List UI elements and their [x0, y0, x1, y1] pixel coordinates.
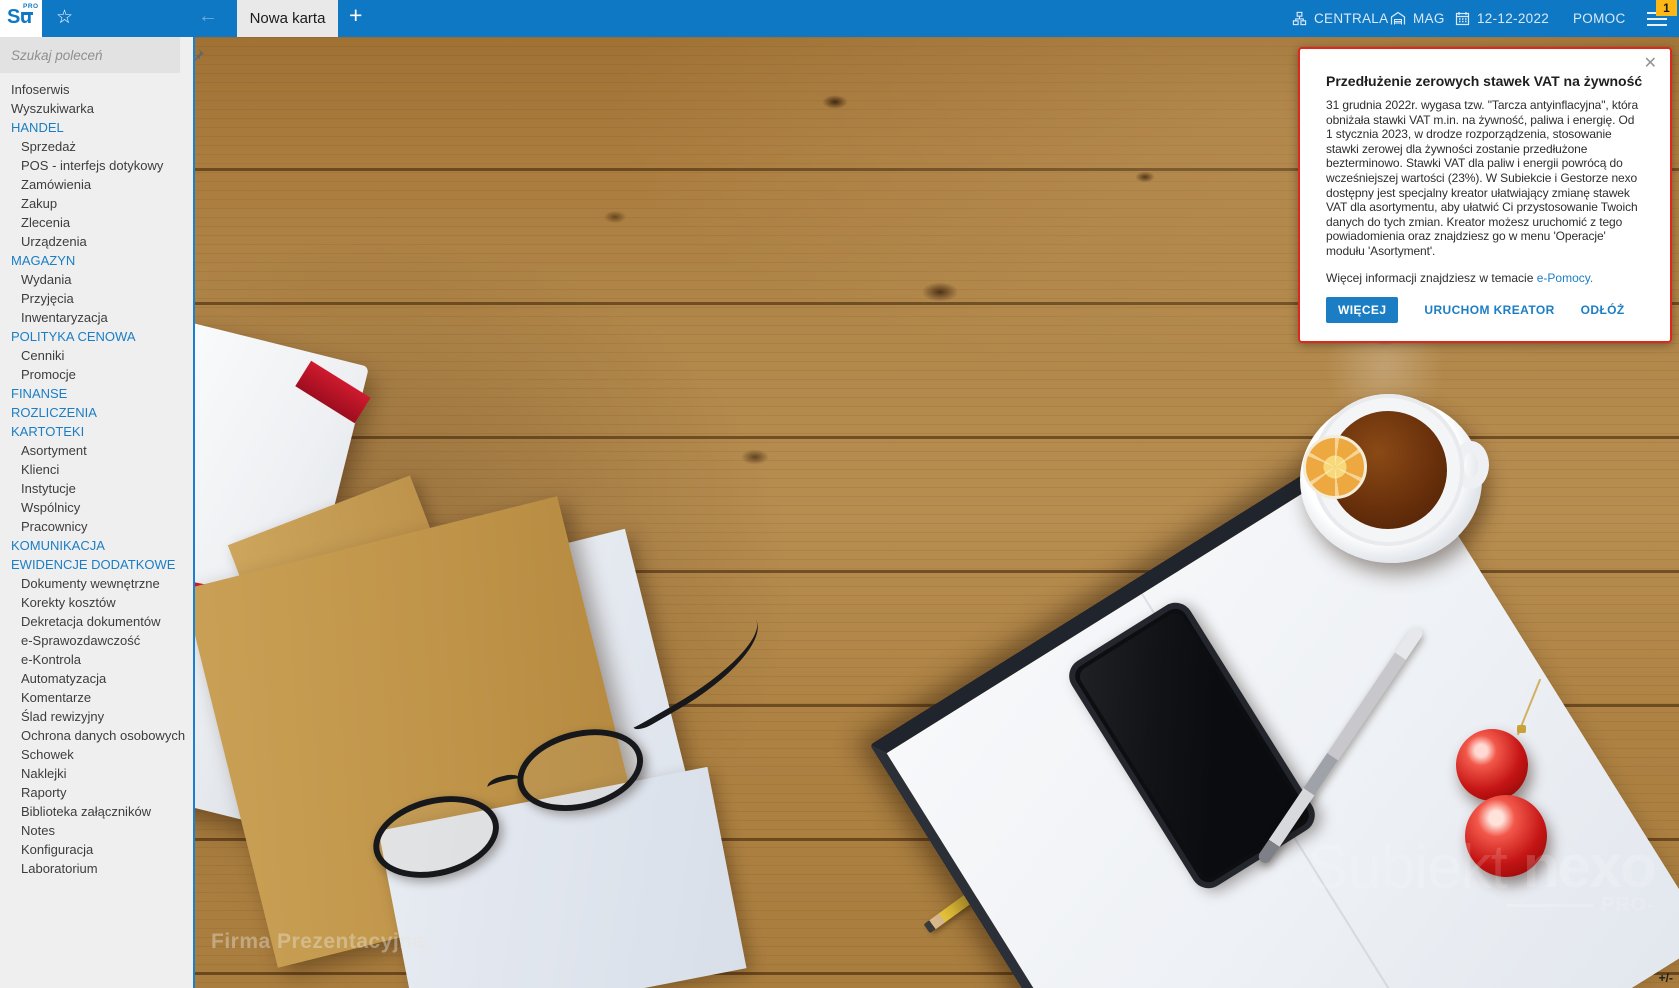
- app-logo-accent: [22, 12, 33, 15]
- sidebar-item-przyjecia[interactable]: Przyjęcia: [0, 289, 193, 308]
- search-input[interactable]: [0, 46, 190, 64]
- watermark-edition: PRO-: [1506, 894, 1655, 917]
- sidebar-item-asortyment[interactable]: Asortyment: [0, 441, 193, 460]
- sidebar-item-korekty-kosztow[interactable]: Korekty kosztów: [0, 593, 193, 612]
- branch-selector[interactable]: CENTRALA: [1292, 0, 1388, 37]
- gift-ribbon-top-image: [295, 360, 371, 424]
- watermark: Subiekt nexo PRO-: [1307, 832, 1657, 916]
- sidebar-item-instytucje[interactable]: Instytucje: [0, 479, 193, 498]
- sidebar-item-dekretacja-dokumentow[interactable]: Dekretacja dokumentów: [0, 612, 193, 631]
- sidebar-section-handel[interactable]: HANDEL: [0, 118, 193, 137]
- sidebar-item-wydania[interactable]: Wydania: [0, 270, 193, 289]
- sidebar-item-zakup[interactable]: Zakup: [0, 194, 193, 213]
- org-hierarchy-icon: [1292, 11, 1307, 26]
- watermark-brand: nexo: [1522, 833, 1657, 900]
- date-label: 12-12-2022: [1477, 11, 1550, 26]
- lemon-slice-image: [1303, 435, 1367, 499]
- date-selector[interactable]: 12-12-2022: [1455, 0, 1549, 37]
- ornament-cap-image: [1517, 725, 1526, 733]
- sidebar-section-magazyn[interactable]: MAGAZYN: [0, 251, 193, 270]
- notification-more-info: Więcej informacji znajdziesz w temacie e…: [1326, 270, 1594, 285]
- sidebar-item-ochrona-danych-osobowych[interactable]: Ochrona danych osobowych: [0, 726, 193, 745]
- sidebar-divider: [193, 37, 195, 988]
- sidebar-section-finanse[interactable]: FINANSE: [0, 384, 193, 403]
- tab-new-card[interactable]: Nowa karta: [237, 0, 338, 37]
- app-logo[interactable]: Su PRO: [0, 0, 42, 37]
- sidebar-item-dokumenty-wewnetrzne[interactable]: Dokumenty wewnętrzne: [0, 574, 193, 593]
- favorites-star-icon[interactable]: ☆: [56, 7, 73, 29]
- notification-body: 31 grudnia 2022r. wygasa tzw. "Tarcza an…: [1326, 98, 1639, 258]
- add-tab-button[interactable]: +: [349, 2, 362, 29]
- close-icon[interactable]: ✕: [1644, 56, 1657, 72]
- sidebar-item-biblioteka-za-acznikow[interactable]: Biblioteka załączników: [0, 802, 193, 821]
- sidebar-item-pracownicy[interactable]: Pracownicy: [0, 517, 193, 536]
- sidebar-menu: Infoserwis Wyszukiwarka HANDEL Sprzedaż POS …: [0, 73, 193, 878]
- sidebar-item-cenniki[interactable]: Cenniki: [0, 346, 193, 365]
- sidebar-item-laboratorium[interactable]: Laboratorium: [0, 859, 193, 878]
- back-arrow-icon[interactable]: ←: [198, 5, 218, 28]
- sidebar-item-e-sprawozdawczosc[interactable]: e-Sprawozdawczość: [0, 631, 193, 650]
- sidebar-item-komentarze[interactable]: Komentarze: [0, 688, 193, 707]
- sidebar-item-slad-rewizyjny[interactable]: Ślad rewizyjny: [0, 707, 193, 726]
- sidebar: InfoserwisWyszukiwarkaHANDELSprzedażPOS …: [0, 37, 204, 988]
- app-logo-pro-badge: PRO: [23, 3, 39, 10]
- epomoc-link[interactable]: e-Pomocy.: [1537, 271, 1593, 285]
- help-label: POMOC: [1573, 11, 1626, 26]
- vat-notification-panel: ✕ Przedłużenie zerowych stawek VAT na ży…: [1298, 47, 1672, 343]
- notification-actions: WIĘCEJ URUCHOM KREATOR ODŁÓŻ: [1326, 296, 1644, 323]
- warehouse-icon: [1390, 11, 1406, 25]
- sidebar-item-wspolnicy[interactable]: Wspólnicy: [0, 498, 193, 517]
- branch-label: CENTRALA: [1314, 11, 1389, 26]
- calendar-icon: [1455, 12, 1470, 26]
- sidebar-item-zlecenia[interactable]: Zlecenia: [0, 213, 193, 232]
- sidebar-item-inwentaryzacja[interactable]: Inwentaryzacja: [0, 308, 193, 327]
- sidebar-item-sprzedaz[interactable]: Sprzedaż: [0, 137, 193, 156]
- top-bar: Su PRO ☆ ← Nowa karta + CENTRALA MAG 12-…: [0, 0, 1679, 37]
- postpone-button[interactable]: ODŁÓŻ: [1581, 303, 1625, 317]
- sidebar-section-kartoteki[interactable]: KARTOTEKI: [0, 422, 193, 441]
- notification-count-badge[interactable]: 1: [1656, 0, 1677, 16]
- watermark-product: Subiekt: [1307, 833, 1508, 902]
- sidebar-item-raporty[interactable]: Raporty: [0, 783, 193, 802]
- sidebar-item-klienci[interactable]: Klienci: [0, 460, 193, 479]
- sidebar-item-infoserwis[interactable]: Infoserwis: [0, 80, 193, 99]
- sidebar-section-ewidencje-dodatkowe[interactable]: EWIDENCJE DODATKOWE: [0, 555, 193, 574]
- run-wizard-button[interactable]: URUCHOM KREATOR: [1424, 303, 1554, 317]
- sidebar-item-e-kontrola[interactable]: e-Kontrola: [0, 650, 193, 669]
- red-ornament-image: [1456, 729, 1528, 801]
- sidebar-item-promocje[interactable]: Promocje: [0, 365, 193, 384]
- warehouse-label: MAG: [1413, 11, 1445, 26]
- sidebar-section-komunikacja[interactable]: KOMUNIKACJA: [0, 536, 193, 555]
- company-name: Firma Prezentacyjna: [211, 930, 425, 953]
- sidebar-item-konfiguracja[interactable]: Konfiguracja: [0, 840, 193, 859]
- sidebar-item-zamowienia[interactable]: Zamówienia: [0, 175, 193, 194]
- sidebar-item-automatyzacja[interactable]: Automatyzacja: [0, 669, 193, 688]
- sidebar-item-naklejki[interactable]: Naklejki: [0, 764, 193, 783]
- corner-hint-text: +/-: [1658, 971, 1673, 985]
- sidebar-section-polityka-cenowa[interactable]: POLITYKA CENOWA: [0, 327, 193, 346]
- warehouse-selector[interactable]: MAG: [1390, 0, 1445, 37]
- sidebar-item-schowek[interactable]: Schowek: [0, 745, 193, 764]
- sidebar-item-urzadzenia[interactable]: Urządzenia: [0, 232, 193, 251]
- command-search[interactable]: [0, 37, 204, 73]
- help-menu[interactable]: POMOC: [1573, 0, 1626, 37]
- more-button[interactable]: WIĘCEJ: [1326, 296, 1399, 323]
- sidebar-section-rozliczenia[interactable]: ROZLICZENIA: [0, 403, 193, 422]
- sidebar-item-wyszukiwarka[interactable]: Wyszukiwarka: [0, 99, 193, 118]
- sidebar-item-pos-interfejs-dotykowy[interactable]: POS - interfejs dotykowy: [0, 156, 193, 175]
- sidebar-item-notes[interactable]: Notes: [0, 821, 193, 840]
- notification-title: Przedłużenie zerowych stawek VAT na żywn…: [1326, 73, 1643, 89]
